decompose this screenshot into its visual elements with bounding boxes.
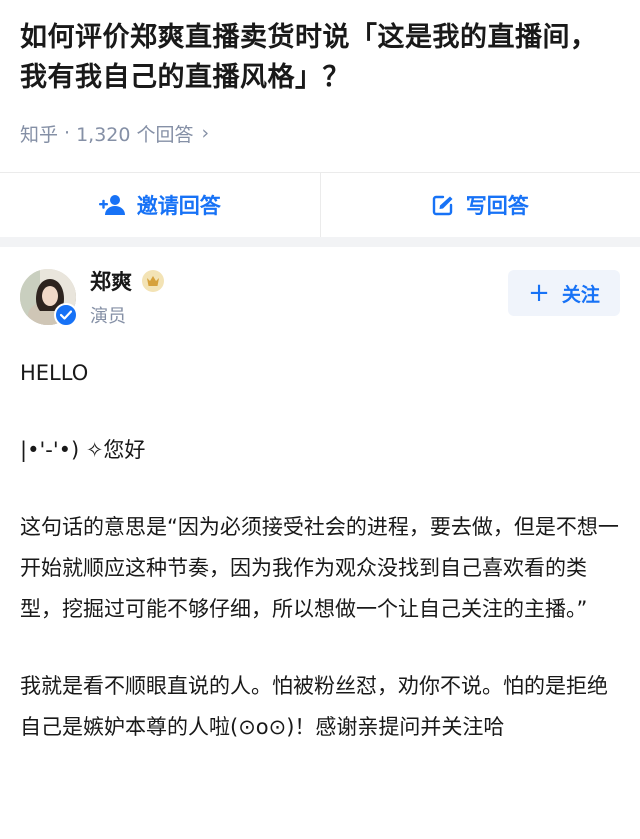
source-label: 知乎 <box>20 123 59 146</box>
meta-separator: · <box>64 122 71 144</box>
write-answer-button[interactable]: 写回答 <box>319 173 640 237</box>
verified-badge-icon <box>54 303 78 327</box>
author-title: 演员 <box>90 306 126 327</box>
answer-paragraph: 我就是看不顺眼直说的人。怕被粉丝怼，劝你不说。怕的是拒绝自己是嫉妒本尊的人啦(⊙… <box>20 674 608 739</box>
write-answer-label: 写回答 <box>465 194 529 218</box>
invite-answer-label: 邀请回答 <box>136 194 221 218</box>
question-title[interactable]: 如何评价郑爽直播卖货时说「这是我的直播间，我有我自己的直播风格」？ <box>20 18 620 98</box>
answer-content: HELLO |•'-'•) ✧您好 这句话的意思是“因为必须接受社会的进程，要去… <box>20 353 620 748</box>
chevron-right-icon: › <box>201 122 210 144</box>
author-row: 郑爽 演员 + 关注 <box>20 267 620 327</box>
section-divider <box>0 237 640 247</box>
crown-icon <box>142 270 164 292</box>
answer-paragraph: |•'-'•) ✧您好 <box>20 438 146 462</box>
avatar-wrapper[interactable] <box>20 269 78 327</box>
answer-count: 1,320 个回答 <box>76 123 194 146</box>
question-meta[interactable]: 知乎 · 1,320 个回答 › <box>20 120 620 146</box>
answer-card: 郑爽 演员 + 关注 HELLO |•'-'•) ✧您好 这句话的意思是“因为必… <box>0 247 640 748</box>
plus-icon: + <box>528 278 550 308</box>
follow-button[interactable]: + 关注 <box>508 270 620 316</box>
edit-icon <box>432 195 453 216</box>
follow-label: 关注 <box>561 283 600 306</box>
question-action-bar: 邀请回答 写回答 <box>0 172 640 237</box>
answer-paragraph: HELLO <box>20 361 89 385</box>
author-name[interactable]: 郑爽 <box>90 266 132 296</box>
add-user-icon <box>98 195 125 215</box>
invite-answer-button[interactable]: 邀请回答 <box>0 173 320 237</box>
question-card: 如何评价郑爽直播卖货时说「这是我的直播间，我有我自己的直播风格」？ 知乎 · 1… <box>0 0 640 146</box>
author-info: 郑爽 演员 <box>90 266 508 328</box>
answer-paragraph: 这句话的意思是“因为必须接受社会的进程，要去做，但是不想一开始就顺应这种节奏，因… <box>20 515 619 621</box>
author-name-row: 郑爽 <box>90 266 508 296</box>
